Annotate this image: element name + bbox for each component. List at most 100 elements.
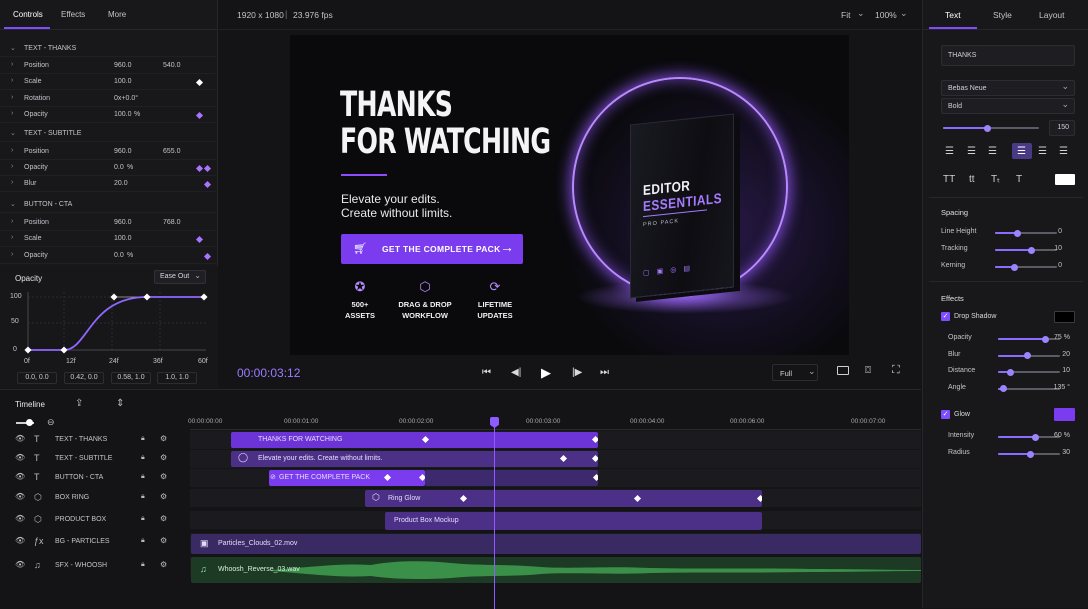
prop-value[interactable]: 0.0 — [114, 252, 124, 259]
handle-field[interactable]: 1.0, 1.0 — [157, 372, 197, 384]
prop-row[interactable]: › Opacity 100.0 % — [0, 107, 218, 123]
layer-settings-icon[interactable]: ⚙︎ — [160, 537, 167, 545]
slider-knob[interactable] — [26, 419, 33, 426]
layer-settings-icon[interactable]: ⚙︎ — [160, 435, 167, 443]
tab-effects[interactable]: Effects — [61, 10, 85, 19]
lock-icon[interactable]: 🔒︎ — [141, 473, 145, 480]
tab-more[interactable]: More — [108, 10, 126, 19]
prop-row[interactable]: › Blur 20.0 — [0, 176, 218, 192]
tab-text[interactable]: Text — [945, 10, 961, 20]
handle-field[interactable]: 0.0, 0.0 — [17, 372, 57, 384]
skip-to-end-icon[interactable]: ⏭︎ — [600, 367, 609, 378]
layer-settings-icon[interactable]: ⚙︎ — [160, 473, 167, 481]
chevron-down-icon[interactable]: ⌄ — [857, 8, 865, 19]
layer-row[interactable]: 👁︎ ⬡ PRODUCT BOX 🔒︎ ⚙︎ — [0, 511, 190, 531]
value-slider[interactable] — [995, 246, 1057, 254]
prop-value-x[interactable]: 960.0 — [114, 62, 132, 69]
keyframe-diamond-icon[interactable] — [591, 454, 598, 463]
font-dropdown[interactable]: Bebas Neue ⌄ — [941, 80, 1075, 96]
prop-row[interactable]: › Opacity 0.0 % — [0, 160, 218, 176]
eye-icon[interactable]: 👁︎ — [15, 561, 25, 569]
keyframe-diamond-icon[interactable] — [203, 252, 212, 261]
prop-value-y[interactable]: 768.0 — [163, 219, 181, 226]
slider-value[interactable]: 135 ° — [1054, 384, 1070, 391]
slider-value[interactable]: 0 — [1058, 228, 1062, 235]
prop-row[interactable]: › Position 960.0 540.0 — [0, 58, 218, 74]
value-slider[interactable] — [998, 433, 1060, 441]
justify-center-icon[interactable]: ☰ — [1038, 146, 1047, 157]
keyframe-diamond-icon[interactable] — [592, 473, 598, 482]
clip-button-cta[interactable]: ⊘ GET THE COMPLETE PACK — [269, 470, 425, 486]
align-center-icon[interactable]: ☰ — [967, 146, 976, 157]
tab-style[interactable]: Style — [993, 10, 1012, 20]
prop-row[interactable]: › Scale 100.0 — [0, 74, 218, 90]
layer-row[interactable]: 👁︎ ♫ SFX - WHOOSH 🔒︎ ⚙︎ — [0, 557, 190, 577]
clip-after-cta[interactable] — [425, 470, 598, 486]
prop-value-x[interactable]: 960.0 — [114, 148, 132, 155]
value-slider[interactable] — [995, 229, 1057, 237]
eye-icon[interactable]: 👁︎ — [15, 454, 25, 462]
prop-value[interactable]: 100.0 — [114, 111, 132, 118]
tab-controls[interactable]: Controls — [13, 10, 43, 19]
value-slider[interactable] — [998, 385, 1060, 392]
prop-value[interactable]: 0x+0.0° — [114, 95, 138, 102]
prop-value[interactable]: 100.0 — [114, 78, 132, 85]
prop-row[interactable]: › Rotation 0x+0.0° — [0, 91, 218, 107]
lock-icon[interactable]: 🔒︎ — [141, 537, 145, 544]
slider-knob[interactable] — [1032, 433, 1040, 441]
keyframe-diamond-icon[interactable] — [195, 235, 204, 244]
slider-value[interactable]: 60 % — [1054, 432, 1070, 439]
playhead-line[interactable] — [494, 427, 495, 609]
timecode-display[interactable]: 00:00:03:12 — [237, 366, 300, 380]
slider-knob[interactable] — [1041, 335, 1049, 343]
text-style-icon[interactable]: T — [1016, 174, 1022, 185]
font-size-slider[interactable] — [943, 124, 1039, 132]
layer-settings-icon[interactable]: ⚙︎ — [160, 454, 167, 462]
slider-value[interactable]: 0 — [1058, 262, 1062, 269]
slider-knob[interactable] — [1013, 229, 1021, 237]
keyframe-diamond-icon[interactable] — [421, 435, 430, 444]
value-slider[interactable] — [998, 335, 1060, 343]
split-icon[interactable]: ⇕ — [116, 398, 124, 409]
prop-value[interactable]: 100.0 — [114, 235, 132, 242]
slider-knob[interactable] — [1027, 450, 1035, 458]
slider-knob[interactable] — [1023, 352, 1031, 359]
prop-value-y[interactable]: 540.0 — [163, 62, 181, 69]
layer-settings-icon[interactable]: ⚙︎ — [160, 493, 167, 501]
prop-value-x[interactable]: 960.0 — [114, 219, 132, 226]
slider-knob[interactable] — [1010, 263, 1018, 271]
slider-knob[interactable] — [999, 385, 1007, 392]
opacity-curve-graph[interactable] — [0, 266, 218, 388]
export-icon[interactable]: ⇪ — [75, 398, 83, 409]
font-size-field[interactable]: 150 — [1049, 120, 1075, 136]
lock-icon[interactable]: 🔒︎ — [141, 435, 145, 442]
zoom-slider[interactable] — [16, 419, 34, 426]
prop-row[interactable]: › Position 960.0 655.0 — [0, 144, 218, 160]
link-icon[interactable]: ⊖ — [47, 417, 55, 428]
value-slider[interactable] — [998, 368, 1060, 376]
uppercase-icon[interactable]: TT — [943, 174, 955, 185]
clip-product-box[interactable]: Product Box Mockup — [385, 512, 762, 530]
keyframe-diamond-icon[interactable] — [633, 494, 642, 503]
tab-layout[interactable]: Layout — [1039, 10, 1065, 20]
justify-right-icon[interactable]: ☰ — [1059, 146, 1068, 157]
eye-icon[interactable]: 👁︎ — [15, 435, 25, 443]
handle-field[interactable]: 0.58, 1.0 — [111, 372, 151, 384]
lock-icon[interactable]: 🔒︎ — [141, 515, 145, 522]
glow-checkbox[interactable]: ✓ — [941, 410, 950, 419]
fit-dropdown[interactable]: Fit — [841, 10, 850, 20]
keyframe-diamond-icon[interactable] — [459, 494, 468, 503]
eye-icon[interactable]: 👁︎ — [15, 515, 25, 523]
prop-value-y[interactable]: 655.0 — [163, 148, 181, 155]
keyframe-diamond-icon[interactable] — [203, 164, 212, 173]
prop-value[interactable]: 20.0 — [114, 180, 128, 187]
clip-sfx-whoosh[interactable]: ♫ Whoosh_Reverse_03.wav — [191, 557, 921, 583]
slider-value[interactable]: 20 — [1062, 351, 1070, 358]
glow-color-swatch[interactable] — [1054, 408, 1075, 421]
keyframe-diamond-icon[interactable] — [756, 494, 762, 503]
video-preview[interactable]: THANKS FOR WATCHING Elevate your edits. … — [290, 35, 849, 355]
cta-button[interactable]: 🛒︎ GET THE COMPLETE PACK → — [341, 234, 523, 264]
layer-row[interactable]: 👁︎ T BUTTON - CTA 🔒︎ ⚙︎ — [0, 469, 190, 489]
text-color-swatch[interactable] — [1055, 174, 1075, 185]
clip-bg-particles[interactable]: ▣ Particles_Clouds_02.mov — [191, 534, 921, 554]
